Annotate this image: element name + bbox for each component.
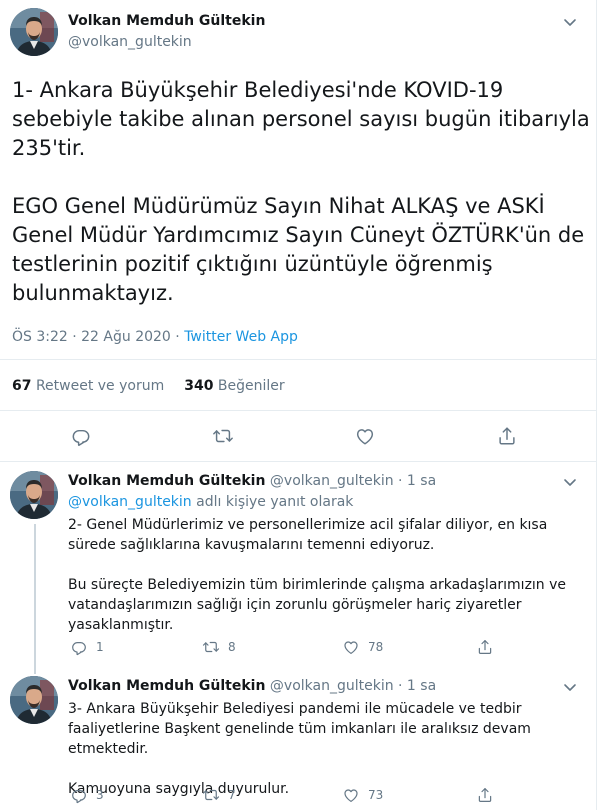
reply-icon[interactable] bbox=[70, 425, 92, 447]
like-stat[interactable]: 340 Beğeniler bbox=[184, 378, 284, 394]
like-action[interactable]: 73 bbox=[342, 785, 383, 805]
reply-action[interactable]: 3 bbox=[70, 785, 104, 805]
chevron-down-icon[interactable] bbox=[560, 12, 580, 32]
reply-action[interactable]: 1 bbox=[70, 637, 104, 657]
avatar-image bbox=[10, 8, 58, 56]
avatar-image bbox=[10, 676, 58, 724]
like-icon bbox=[342, 638, 360, 656]
avatar[interactable] bbox=[10, 676, 58, 724]
retweet-count: 8 bbox=[228, 640, 236, 654]
author-name[interactable]: Volkan Memduh Gültekin bbox=[68, 13, 265, 29]
reply-author-name[interactable]: Volkan Memduh Gültekin bbox=[68, 678, 265, 694]
reply-handle[interactable]: @volkan_gultekin · 1 sa bbox=[270, 473, 436, 489]
share-icon bbox=[476, 786, 494, 804]
share-icon[interactable] bbox=[496, 425, 518, 447]
divider bbox=[0, 461, 597, 462]
chevron-down-icon[interactable] bbox=[560, 677, 580, 697]
like-count: 73 bbox=[368, 788, 384, 802]
tweet-text: 1- Ankara Büyükşehir Belediyesi'nde KOVI… bbox=[12, 78, 590, 305]
like-count: 78 bbox=[368, 640, 384, 654]
avatar-image bbox=[10, 471, 58, 519]
retweet-count: 7 bbox=[228, 788, 236, 802]
chevron-down-icon[interactable] bbox=[560, 472, 580, 492]
divider bbox=[0, 359, 597, 360]
reply-context: @volkan_gultekin adlı kişiye yanıt olara… bbox=[68, 494, 353, 510]
reply-text: 3- Ankara Büyükşehir Belediyesi pandemi … bbox=[68, 701, 531, 797]
like-count: 340 bbox=[184, 378, 214, 394]
retweet-action[interactable]: 8 bbox=[202, 637, 236, 657]
reply-context-suffix: adlı kişiye yanıt olarak bbox=[191, 494, 354, 510]
retweet-icon[interactable] bbox=[212, 425, 234, 447]
engagement-stats: 67 Retweet ve yorum 340 Beğeniler bbox=[12, 378, 285, 394]
like-label: Beğeniler bbox=[217, 378, 285, 394]
author-handle[interactable]: @volkan_gultekin bbox=[68, 34, 192, 50]
divider bbox=[0, 410, 597, 411]
avatar[interactable] bbox=[10, 8, 58, 56]
like-icon[interactable] bbox=[354, 425, 376, 447]
share-icon bbox=[476, 638, 494, 656]
retweet-icon bbox=[202, 786, 220, 804]
share-action[interactable] bbox=[476, 637, 502, 657]
reply-icon bbox=[70, 786, 88, 804]
column-border bbox=[596, 0, 597, 810]
reply-icon bbox=[70, 638, 88, 656]
like-icon bbox=[342, 786, 360, 804]
retweet-count: 67 bbox=[12, 378, 32, 394]
retweet-action[interactable]: 7 bbox=[202, 785, 236, 805]
tweet-meta: ÖS 3:22 · 22 Ağu 2020 · Twitter Web App bbox=[12, 329, 298, 345]
retweet-label: Retweet ve yorum bbox=[35, 378, 165, 394]
reply-count: 3 bbox=[96, 788, 104, 802]
reply-author-name[interactable]: Volkan Memduh Gültekin bbox=[68, 473, 265, 489]
reply-header: Volkan Memduh Gültekin @volkan_gultekin … bbox=[68, 473, 436, 489]
reply-handle[interactable]: @volkan_gultekin · 1 sa bbox=[270, 678, 436, 694]
share-action[interactable] bbox=[476, 785, 502, 805]
reply-count: 1 bbox=[96, 640, 104, 654]
avatar[interactable] bbox=[10, 471, 58, 519]
retweet-stat[interactable]: 67 Retweet ve yorum bbox=[12, 378, 164, 394]
thread-line bbox=[34, 524, 36, 674]
reply-header: Volkan Memduh Gültekin @volkan_gultekin … bbox=[68, 678, 436, 694]
reply-to-link[interactable]: @volkan_gultekin bbox=[68, 494, 192, 510]
retweet-icon bbox=[202, 638, 220, 656]
tweet-timestamp[interactable]: ÖS 3:22 · 22 Ağu 2020 · bbox=[12, 329, 184, 345]
tweet-source-app[interactable]: Twitter Web App bbox=[184, 329, 298, 345]
reply-text: 2- Genel Müdürlerimiz ve personellerimiz… bbox=[68, 517, 567, 633]
like-action[interactable]: 78 bbox=[342, 637, 383, 657]
